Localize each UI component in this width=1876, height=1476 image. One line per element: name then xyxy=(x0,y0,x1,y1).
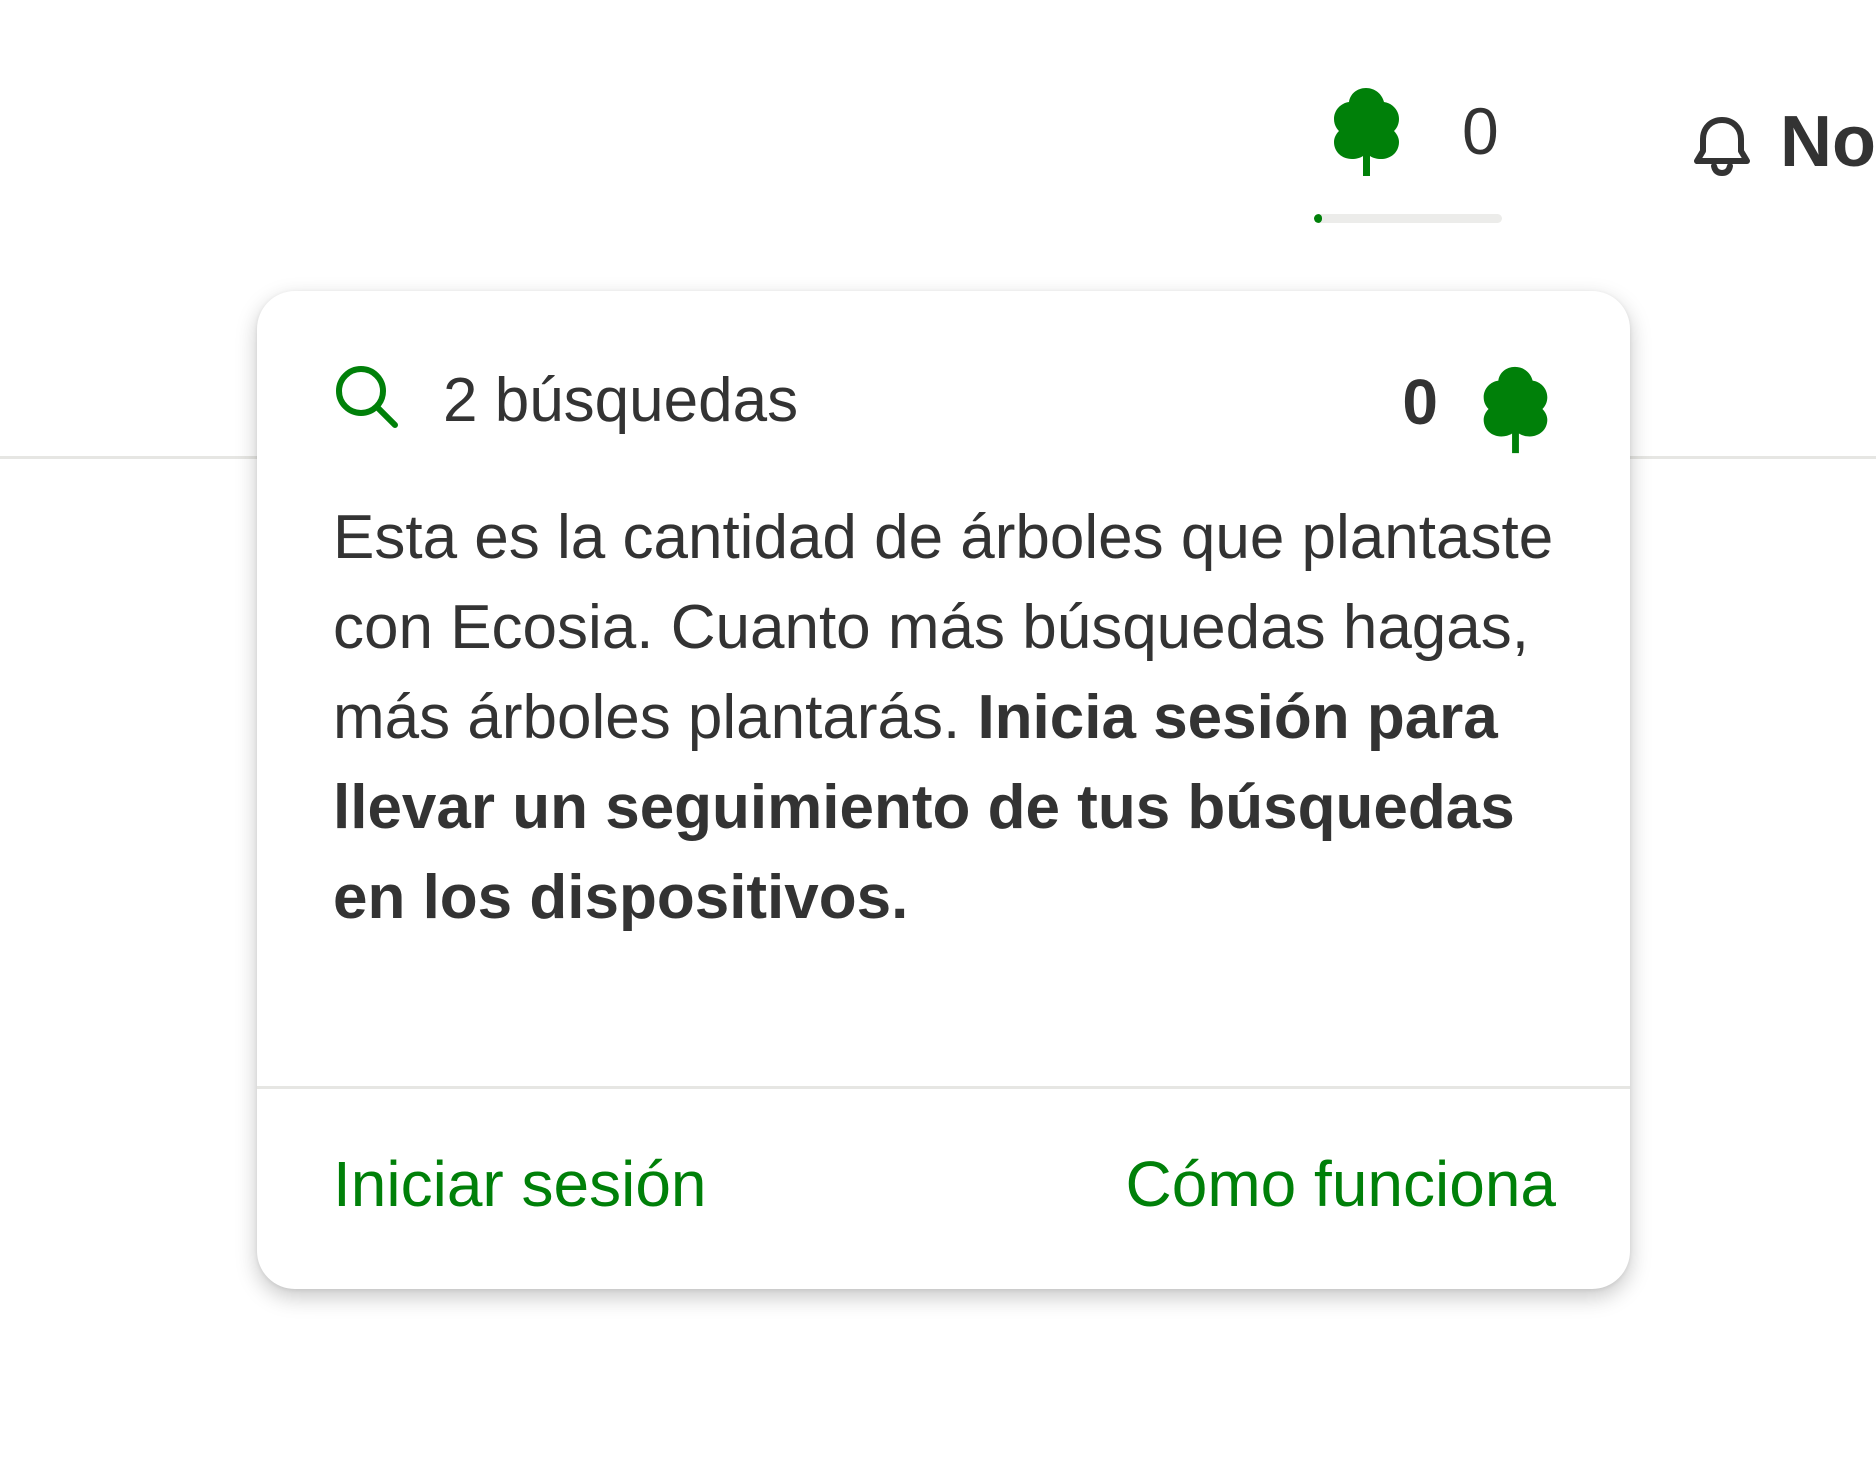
tree-counter-popup: 2 búsquedas 0 Esta es la cantidad de árb… xyxy=(257,291,1630,1289)
search-icon xyxy=(336,366,398,428)
tree-progress-fill xyxy=(1314,214,1322,223)
tree-progress-bar xyxy=(1314,214,1502,223)
popup-divider xyxy=(257,1086,1630,1089)
bell-icon xyxy=(1694,117,1750,177)
tree-icon xyxy=(1483,366,1548,454)
tree-total-count: 0 xyxy=(1402,366,1438,438)
search-count: 2 búsquedas xyxy=(443,366,799,435)
popup-footer: Iniciar sesión Cómo funciona xyxy=(333,1149,1556,1229)
tree-count: 0 xyxy=(1462,94,1499,168)
notifications-label: No xyxy=(1780,102,1876,182)
tree-icon xyxy=(1334,88,1399,176)
page: 0 No 2 búsquedas 0 Esta es la cantidad d… xyxy=(0,0,1876,1476)
login-link[interactable]: Iniciar sesión xyxy=(333,1149,707,1220)
popup-description: Esta es la cantidad de árboles que plant… xyxy=(333,493,1563,943)
search-stats-row: 2 búsquedas 0 xyxy=(333,363,1556,473)
popup-body: 2 búsquedas 0 Esta es la cantidad de árb… xyxy=(257,291,1630,1086)
how-it-works-link[interactable]: Cómo funciona xyxy=(1126,1149,1556,1220)
tree-counter-button[interactable]: 0 xyxy=(1314,74,1504,224)
